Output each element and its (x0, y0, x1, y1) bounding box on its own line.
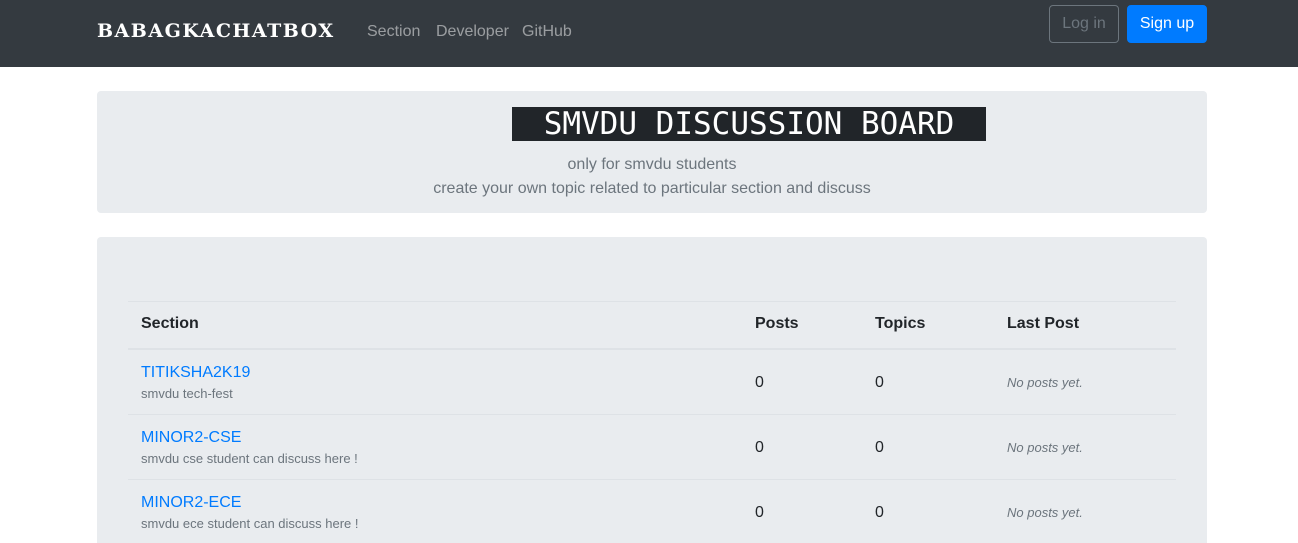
row-divider (128, 414, 1176, 415)
login-button[interactable]: Log in (1049, 5, 1119, 43)
section-description: smvdu cse student can discuss here ! (141, 451, 358, 466)
top-navbar: BABAGKACHATBOX Section Developer GitHub … (0, 0, 1298, 67)
nav-link-github[interactable]: GitHub (522, 23, 572, 41)
section-description: smvdu tech-fest (141, 386, 233, 401)
jumbotron: SMVDU DISCUSSION BOARD only for smvdu st… (97, 91, 1207, 213)
subtitle-line-2: create your own topic related to particu… (433, 180, 871, 197)
topics-count: 0 (875, 504, 884, 521)
section-link-minor2-ece[interactable]: MINOR2-ECE (141, 494, 241, 512)
last-post: No posts yet. (1007, 440, 1083, 455)
header-section: Section (141, 315, 199, 332)
section-description: smvdu ece student can discuss here ! (141, 516, 359, 531)
subtitle-line-1: only for smvdu students (567, 156, 737, 173)
header-divider (128, 348, 1176, 350)
sections-table: Section Posts Topics Last Post TITIKSHA2… (97, 237, 1207, 543)
section-link-minor2-cse[interactable]: MINOR2-CSE (141, 429, 241, 447)
posts-count: 0 (755, 374, 764, 391)
nav-link-section[interactable]: Section (367, 23, 420, 41)
header-last-post: Last Post (1007, 315, 1080, 332)
last-post: No posts yet. (1007, 505, 1083, 520)
nav-link-developer[interactable]: Developer (436, 23, 509, 41)
signup-button[interactable]: Sign up (1127, 5, 1207, 43)
page-title: SMVDU DISCUSSION BOARD (512, 107, 986, 141)
posts-count: 0 (755, 504, 764, 521)
brand-logo[interactable]: BABAGKACHATBOX (97, 20, 335, 42)
header-posts: Posts (755, 315, 799, 332)
topics-count: 0 (875, 374, 884, 391)
topics-count: 0 (875, 439, 884, 456)
posts-count: 0 (755, 439, 764, 456)
last-post: No posts yet. (1007, 375, 1083, 390)
row-divider (128, 479, 1176, 480)
header-topics: Topics (875, 315, 926, 332)
section-link-titiksha2k19[interactable]: TITIKSHA2K19 (141, 364, 250, 382)
table-top-border (128, 301, 1176, 302)
